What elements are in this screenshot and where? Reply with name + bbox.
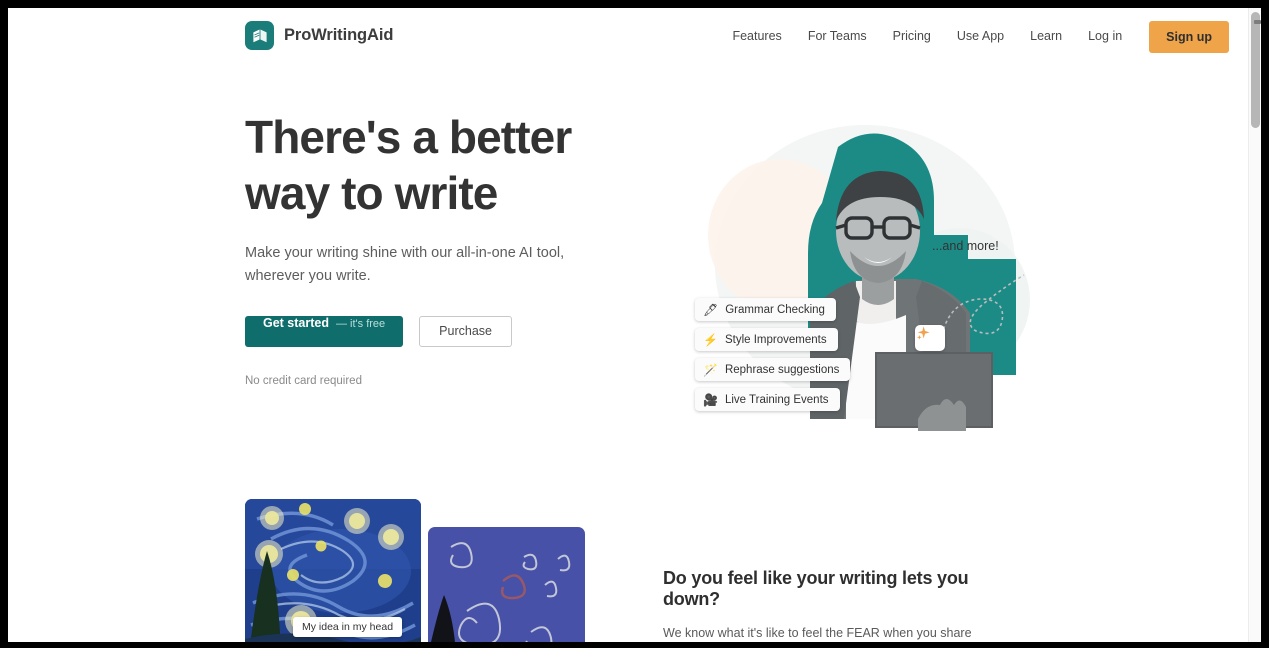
hero-subtitle: Make your writing shine with our all-in-… [245,245,565,285]
get-started-label: Get started [263,315,329,330]
hero-illustration: ...and more! 🖋 Grammar Checking ⚡ Style … [660,85,1060,435]
sign-up-button[interactable]: Sign up [1149,20,1229,53]
feature-badge: 🎥 Live Training Events [695,388,840,411]
hero-section: There's a better way to write Make your … [8,65,1261,485]
get-started-sublabel: — it's free [336,317,386,330]
scrollbar-grip [1254,20,1261,24]
brand-logo-link[interactable]: ProWritingAid [245,21,393,50]
movie-camera-icon: 🎥 [703,392,718,407]
get-started-button[interactable]: Get started — it's free [245,315,404,347]
nav-link-learn[interactable]: Learn [1017,8,1075,65]
feature-badge: ⚡ Style Improvements [695,328,838,351]
purchase-button[interactable]: Purchase [419,315,512,347]
section-two-body: We know what it's like to feel the FEAR … [663,626,972,640]
magic-wand-icon: 🪄 [703,362,718,377]
lightning-bolt-icon: ⚡ [703,332,718,347]
starry-night-illustration: My idea in my head [245,499,585,642]
and-more-label: ...and more! [932,239,999,253]
feature-badge-label: Rephrase suggestions [724,363,840,376]
feather-quill-icon: 🖋 [703,302,719,317]
hero-copy: There's a better way to write Make your … [245,109,605,387]
page-viewport: ProWritingAid Features For Teams Pricing… [8,8,1261,642]
nav-link-use-app[interactable]: Use App [944,8,1017,65]
section-two-title: Do you feel like your writing lets you d… [663,568,969,609]
site-header: ProWritingAid Features For Teams Pricing… [8,8,1261,65]
painting-caption: My idea in my head [293,617,403,637]
feature-badge-label: Style Improvements [724,333,827,346]
brand-name: ProWritingAid [284,26,394,44]
feature-badge-label: Live Training Events [724,393,829,406]
hero-illustration-graphic [708,125,1030,431]
hero-title: There's a better way to write [245,111,572,220]
main-navigation: Features For Teams Pricing Use App Learn… [719,8,1229,65]
nav-link-pricing[interactable]: Pricing [880,8,944,65]
no-credit-card-note: No credit card required [245,374,362,387]
browser-frame: ProWritingAid Features For Teams Pricing… [8,8,1261,642]
nav-link-for-teams[interactable]: For Teams [795,8,880,65]
book-pages-icon [245,21,274,50]
feature-badge: 🪄 Rephrase suggestions [695,358,851,381]
section-two-copy: Do you feel like your writing lets you d… [663,568,1008,642]
feature-badge-label: Grammar Checking [725,303,825,316]
hero-actions: Get started — it's free Purchase [245,315,605,347]
writing-lets-you-down-section: My idea in my head Do you feel like your… [8,485,1261,642]
nav-link-features[interactable]: Features [719,8,794,65]
vertical-scrollbar-thumb[interactable] [1251,12,1261,128]
feature-badge: 🖋 Grammar Checking [695,298,836,321]
sparkles-icon [915,325,945,351]
vertical-scrollbar-track[interactable] [1248,8,1261,642]
nav-link-log-in[interactable]: Log in [1075,8,1135,65]
